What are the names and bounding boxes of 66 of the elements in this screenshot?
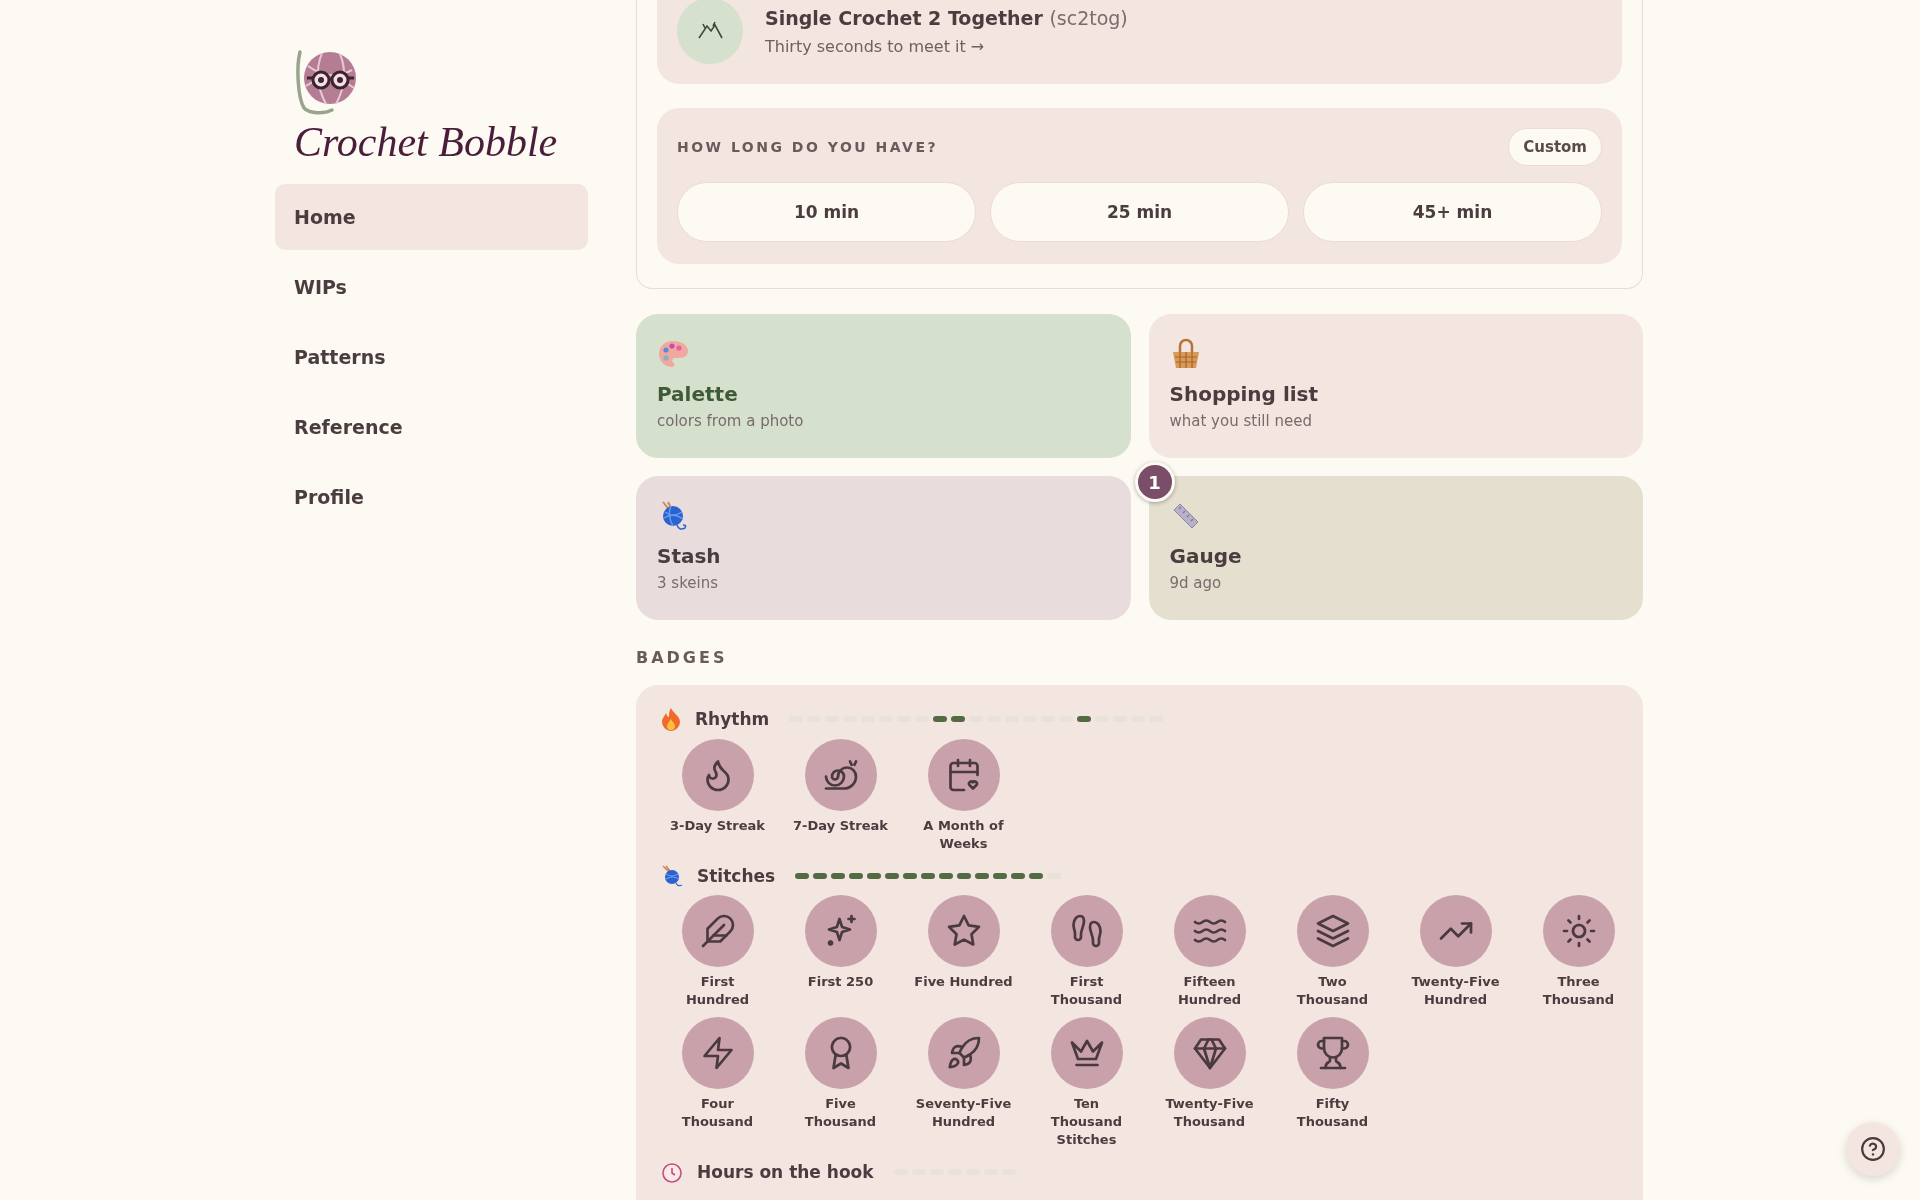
tile-title: Gauge (1169, 544, 1243, 568)
badge-label: Fifteen Hundred (1176, 973, 1243, 1009)
nav-item[interactable]: Reference (275, 394, 588, 460)
badge-label: Twenty-Five Thousand (1164, 1095, 1255, 1131)
custom-button[interactable]: Custom (1508, 128, 1602, 166)
trophy-icon[interactable] (1296, 1017, 1369, 1089)
badge-label: 3-Day Streak (670, 817, 765, 835)
tile-subtitle: what you still need (1169, 412, 1313, 430)
mountain-icon (677, 0, 743, 64)
badge-label: First Thousand (1049, 973, 1124, 1009)
badge-label: First Hundred (684, 973, 751, 1009)
badge-label: Five Hundred (914, 973, 1013, 991)
badge-label: Two Thousand (1295, 973, 1370, 1009)
tile-title: Shopping list (1169, 382, 1320, 406)
badge-label: Four Thousand (680, 1095, 755, 1131)
shortcut-tile[interactable]: Shopping list what you still need (1148, 314, 1643, 458)
ribbon-medal-icon[interactable] (804, 1017, 877, 1089)
snail-icon[interactable] (804, 739, 877, 811)
badge-group-title: Stitches (697, 866, 776, 886)
badge-label: Twenty-Five Hundred (1410, 973, 1501, 1009)
crown-icon[interactable] (1050, 1017, 1123, 1089)
badge-group-title: Rhythm (695, 709, 770, 729)
clock-icon (661, 1161, 683, 1183)
flame-icon[interactable] (681, 739, 754, 811)
brand-name: Crochet Bobble (294, 118, 558, 166)
yarn-ball-icon (661, 865, 683, 887)
badge-label: 7-Day Streak (793, 817, 888, 835)
badges-heading: BADGES (636, 648, 729, 667)
badge-label: Fifty Thousand (1295, 1095, 1370, 1131)
question-mark-icon (1860, 1136, 1886, 1162)
tile-subtitle: colors from a photo (657, 412, 805, 430)
rocket-icon[interactable] (927, 1017, 1000, 1089)
tile-title: Stash (657, 544, 722, 568)
duration-option[interactable]: 45+ min (1303, 182, 1602, 242)
badge-label: Ten Thousand Stitches (1049, 1095, 1124, 1149)
feather-icon[interactable] (681, 895, 754, 967)
tile-subtitle: 3 skeins (657, 574, 719, 592)
tile-title: Palette (657, 382, 739, 406)
duration-option[interactable]: 25 min (990, 182, 1289, 242)
sun-icon[interactable] (1542, 895, 1615, 967)
badge-label: First 250 (807, 973, 874, 991)
sparkles-icon[interactable] (804, 895, 877, 967)
shortcut-tile[interactable]: Stash 3 skeins (636, 476, 1131, 620)
shortcut-tile[interactable]: Palette colors from a photo (636, 314, 1131, 458)
duration-heading: HOW LONG DO YOU HAVE? (677, 139, 939, 155)
duration-option[interactable]: 10 min (677, 182, 976, 242)
tile-subtitle: 9d ago (1169, 574, 1223, 592)
stitch-title: Single Crochet 2 Together (sc2tog) (765, 6, 1128, 29)
flame-icon (661, 707, 681, 731)
badge-label: Five Thousand (803, 1095, 878, 1131)
badge-label: Three Thousand (1541, 973, 1616, 1009)
badge-label: Seventy-Five Hundred (914, 1095, 1013, 1131)
help-button[interactable] (1846, 1122, 1900, 1176)
nav-item[interactable]: Home (275, 184, 588, 250)
badge-label: A Month of Weeks (922, 817, 1005, 853)
featured-stitch-card[interactable]: Single Crochet 2 Together (sc2tog) Thirty seconds to meet it → (657, 0, 1622, 84)
nav-item[interactable]: Profile (275, 464, 588, 530)
intro-link[interactable]: Thirty seconds to meet it → (765, 36, 1128, 56)
layers-icon[interactable] (1296, 895, 1369, 967)
nav-item[interactable]: WIPs (275, 254, 588, 320)
lightning-icon[interactable] (681, 1017, 754, 1089)
badge-group-title: Hours on the hook (697, 1162, 874, 1182)
palette-icon (657, 338, 689, 370)
waves-icon[interactable] (1173, 895, 1246, 967)
nav-item[interactable]: Patterns (275, 324, 588, 390)
footprints-icon[interactable] (1050, 895, 1123, 967)
